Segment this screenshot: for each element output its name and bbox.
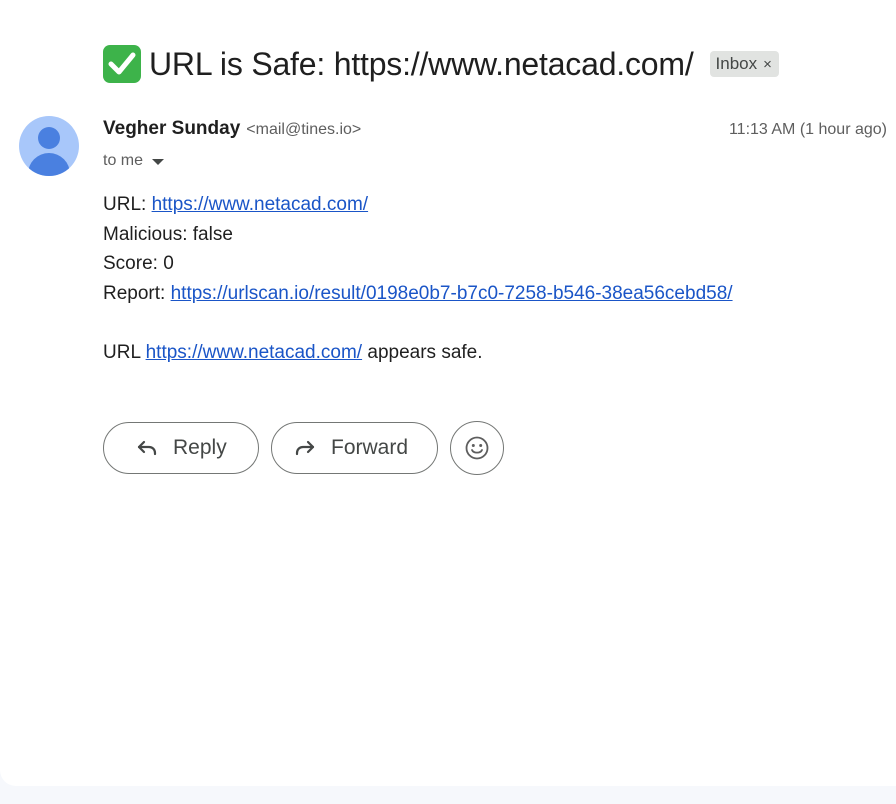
body-line-malicious: Malicious: false: [103, 223, 233, 245]
email-subject: URL is Safe: https://www.netacad.com/: [149, 45, 694, 82]
label-text: Inbox: [715, 54, 758, 73]
dropdown-arrow-icon: [152, 158, 165, 165]
forward-arrow-icon: [292, 435, 318, 461]
report-link[interactable]: https://urlscan.io/result/0198e0b7-b7c0-…: [171, 283, 733, 304]
inbox-label-chip[interactable]: Inbox ×: [709, 51, 779, 77]
sender-row: Vegher Sunday <mail@tines.io>: [103, 118, 361, 144]
body-line-score: Score: 0: [103, 253, 174, 274]
body-line-summary: URL https://www.netacad.com/ appears saf…: [103, 338, 733, 368]
body-line-url: URL: https://www.netacad.com/: [103, 190, 733, 220]
email-timestamp[interactable]: 11:13 AM (1 hour ago): [729, 121, 887, 139]
body-line-report: Report: https://urlscan.io/result/0198e0…: [103, 279, 733, 309]
summary-prefix: URL: [103, 341, 146, 363]
recipient-details-toggle[interactable]: to me: [103, 150, 165, 172]
avatar-body-shape: [28, 153, 70, 176]
url-label: URL:: [103, 194, 152, 215]
url-link[interactable]: https://www.netacad.com/: [152, 194, 369, 215]
sender-email: <mail@tines.io>: [246, 121, 362, 138]
email-view: URL is Safe: https://www.netacad.com/ In…: [0, 0, 896, 786]
sender-name[interactable]: Vegher Sunday: [103, 118, 240, 140]
action-buttons: Reply Forward: [103, 421, 504, 475]
summary-link[interactable]: https://www.netacad.com/: [146, 342, 363, 363]
subject-row: URL is Safe: https://www.netacad.com/ In…: [103, 42, 779, 86]
avatar-head-shape: [38, 127, 60, 149]
report-label: Report:: [103, 282, 171, 304]
emoji-reaction-button[interactable]: [450, 421, 504, 475]
reply-arrow-icon: [134, 435, 160, 461]
white-check-mark-icon: [103, 45, 141, 83]
avatar[interactable]: [19, 116, 79, 176]
forward-label: Forward: [331, 436, 409, 459]
remove-label-icon[interactable]: ×: [763, 56, 772, 73]
smiley-face-icon: [465, 436, 489, 460]
reply-label: Reply: [173, 436, 227, 459]
recipient-text: to me: [103, 152, 144, 169]
email-body: URL: https://www.netacad.com/ Malicious:…: [103, 190, 733, 367]
reply-button[interactable]: Reply: [103, 422, 259, 474]
summary-suffix: appears safe.: [362, 341, 483, 363]
forward-button[interactable]: Forward: [271, 422, 438, 474]
